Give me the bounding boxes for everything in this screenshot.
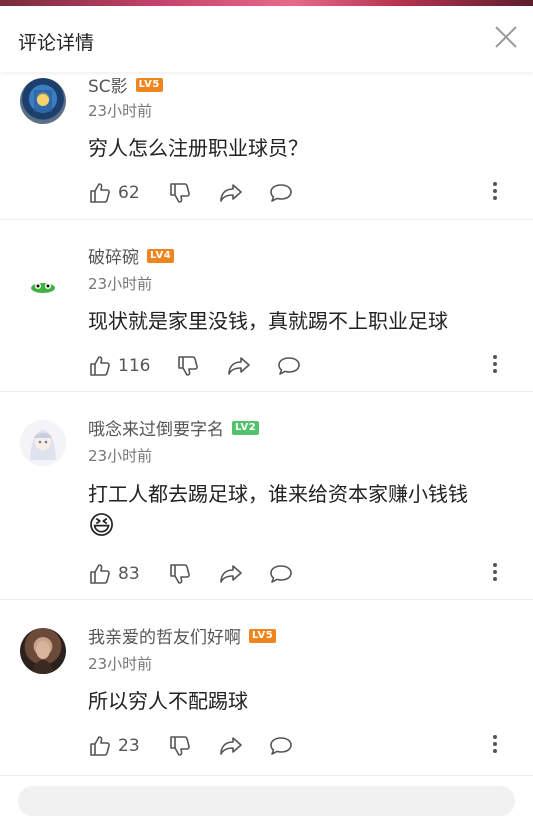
username[interactable]: 哦念来过倒要字名 (88, 415, 224, 440)
comment-item: SC影 LV5 23小时前 穷人怎么注册职业球员？ 62 (0, 72, 533, 220)
more-icon[interactable] (492, 735, 498, 757)
like-button[interactable]: 116 (88, 351, 150, 381)
like-button[interactable]: 62 (88, 178, 140, 208)
comment-item: 破碎碗 LV4 23小时前 现状就是家里没钱，真就踢不上职业足球 116 (0, 220, 533, 392)
comment-text: 现状就是家里没钱，真就踢不上职业足球 (88, 309, 448, 333)
thumbs-down-icon (178, 356, 198, 376)
thumbs-up-icon (90, 736, 110, 756)
more-icon[interactable] (492, 563, 498, 585)
avatar[interactable] (20, 420, 66, 466)
dislike-button[interactable] (168, 559, 192, 589)
comment-icon (270, 184, 292, 202)
level-badge: LV5 (249, 628, 277, 643)
more-icon[interactable] (492, 182, 498, 204)
comment-detail-header: 评论详情 (0, 6, 533, 72)
share-icon (220, 565, 242, 583)
timestamp: 23小时前 (88, 275, 153, 293)
username[interactable]: SC影 (88, 72, 128, 97)
avatar[interactable] (20, 263, 66, 309)
username[interactable]: 破碎碗 (88, 243, 139, 268)
like-count: 83 (118, 564, 140, 584)
username-row: 哦念来过倒要字名 LV2 (88, 415, 260, 440)
level-badge: LV2 (232, 420, 260, 435)
share-icon (228, 357, 250, 375)
level-badge: LV5 (135, 77, 163, 92)
comment-icon (278, 357, 300, 375)
more-icon[interactable] (492, 355, 498, 377)
share-button[interactable] (218, 559, 244, 589)
level-badge: LV4 (147, 248, 175, 263)
dislike-button[interactable] (168, 178, 192, 208)
close-icon[interactable] (493, 24, 519, 50)
comment-text: 打工人都去踢足球，谁来给资本家赚小钱钱 😆 (88, 478, 518, 543)
reply-button[interactable] (268, 559, 294, 589)
reply-button[interactable] (268, 178, 294, 208)
thumbs-down-icon (170, 736, 190, 756)
comment-item: 哦念来过倒要字名 LV2 23小时前 打工人都去踢足球，谁来给资本家赚小钱钱 😆… (0, 392, 533, 600)
reply-button[interactable] (268, 731, 294, 761)
username[interactable]: 我亲爱的哲友们好啊 (88, 623, 241, 648)
comment-text: 穷人怎么注册职业球员？ (88, 136, 308, 160)
action-bar: 83 (88, 559, 518, 589)
comment-text: 所以穷人不配踢球 (88, 689, 248, 713)
thumbs-up-icon (90, 356, 110, 376)
like-count: 23 (118, 736, 140, 756)
comment-item: 我亲爱的哲友们好啊 LV5 23小时前 所以穷人不配踢球 23 (0, 600, 533, 776)
timestamp: 23小时前 (88, 655, 153, 673)
username-row: 破碎碗 LV4 (88, 243, 175, 268)
share-button[interactable] (226, 351, 252, 381)
page-title: 评论详情 (18, 32, 95, 54)
dislike-button[interactable] (168, 731, 192, 761)
avatar[interactable] (20, 78, 66, 124)
like-button[interactable]: 23 (88, 731, 140, 761)
share-icon (220, 184, 242, 202)
action-bar: 62 (88, 178, 518, 208)
share-button[interactable] (218, 731, 244, 761)
username-row: SC影 LV5 (88, 72, 163, 97)
thumbs-up-icon (90, 564, 110, 584)
comment-icon (270, 737, 292, 755)
thumbs-up-icon (90, 183, 110, 203)
thumbs-down-icon (170, 564, 190, 584)
reply-button[interactable] (276, 351, 302, 381)
action-bar: 116 (88, 351, 518, 381)
thumbs-down-icon (170, 183, 190, 203)
timestamp: 23小时前 (88, 447, 153, 465)
like-button[interactable]: 83 (88, 559, 140, 589)
timestamp: 23小时前 (88, 102, 153, 120)
like-count: 62 (118, 183, 140, 203)
action-bar: 23 (88, 731, 518, 761)
share-icon (220, 737, 242, 755)
share-button[interactable] (218, 178, 244, 208)
comment-text-body: 打工人都去踢足球，谁来给资本家赚小钱钱 (88, 482, 468, 506)
dislike-button[interactable] (176, 351, 200, 381)
like-count: 116 (118, 356, 151, 376)
avatar[interactable] (20, 628, 66, 674)
grin-emoji-icon: 😆 (88, 511, 116, 541)
comment-icon (270, 565, 292, 583)
reply-input-bar[interactable] (18, 786, 515, 816)
username-row: 我亲爱的哲友们好啊 LV5 (88, 623, 277, 648)
